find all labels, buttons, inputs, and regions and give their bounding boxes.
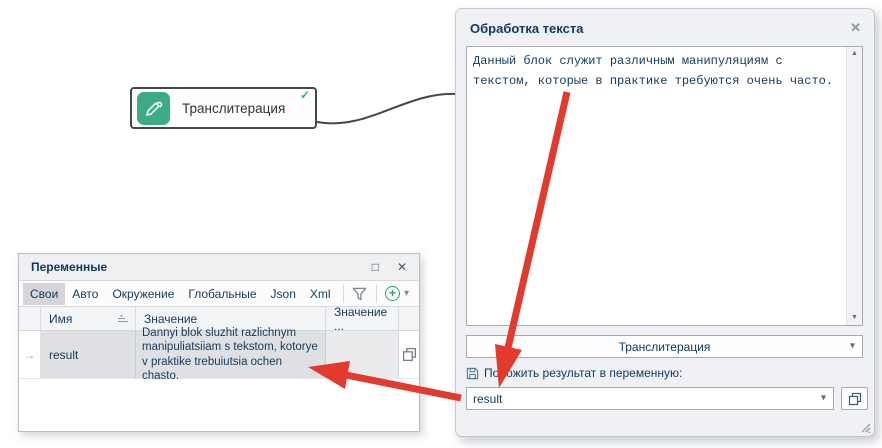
toolbar-separator: [343, 285, 344, 303]
header-name[interactable]: Имя: [41, 307, 136, 330]
tab-avto[interactable]: Авто: [65, 283, 105, 305]
cell-name[interactable]: result: [41, 331, 136, 378]
add-variable-button[interactable]: +: [382, 284, 404, 304]
variables-window: Переменные □ ✕ Свои Авто Окружение Глоба…: [18, 253, 420, 432]
variables-title: Переменные: [31, 260, 107, 274]
variable-combobox-value: result: [473, 392, 502, 406]
close-icon[interactable]: ✕: [850, 20, 861, 36]
filter-icon: [352, 287, 367, 301]
panel-title: Обработка текста: [470, 21, 583, 36]
more-options-button[interactable]: ▾: [404, 288, 409, 299]
copy-icon: [848, 392, 862, 406]
tab-xml[interactable]: Xml: [303, 283, 338, 305]
flow-canvas: Транслитерация ✓ Обработка текста ✕ Данн…: [0, 0, 882, 448]
operation-dropdown[interactable]: Транслитерация ▾: [466, 335, 863, 358]
cell-value-extra[interactable]: [326, 331, 399, 378]
node-label: Транслитерация: [182, 101, 285, 116]
pencil-icon: [137, 92, 170, 125]
table-row[interactable]: → result Dannyi blok sluzhit razlichnym …: [19, 331, 419, 379]
copy-button[interactable]: [841, 387, 868, 410]
header-value-extra[interactable]: Значение ...: [326, 307, 399, 330]
scroll-down-icon[interactable]: ▼: [851, 314, 858, 322]
scrollbar[interactable]: ▲ ▼: [846, 47, 862, 325]
sort-icon: [118, 314, 129, 323]
row-indicator: →: [19, 331, 41, 378]
toolbar-separator: [376, 285, 377, 303]
operation-dropdown-value: Транслитерация: [619, 340, 711, 354]
save-result-label: Положить результат в переменную:: [484, 366, 682, 380]
text-input[interactable]: Данный блок служит различным манипуляция…: [466, 46, 863, 326]
node-transliteration[interactable]: Транслитерация ✓: [130, 87, 317, 129]
variable-combobox[interactable]: result ▾: [466, 387, 834, 410]
header-gutter: [19, 307, 41, 330]
cell-value[interactable]: Dannyi blok sluzhit razlichnym manipulia…: [136, 331, 326, 378]
tab-svoi[interactable]: Свои: [23, 283, 65, 305]
header-actions: [399, 307, 419, 330]
copy-icon: [402, 347, 417, 362]
close-icon[interactable]: ✕: [397, 260, 407, 274]
tab-json[interactable]: Json: [264, 283, 303, 305]
save-icon: [466, 367, 479, 380]
text-input-value: Данный блок служит различным манипуляция…: [473, 51, 840, 321]
variables-titlebar: Переменные □ ✕: [19, 254, 419, 281]
copy-row-button[interactable]: [399, 331, 419, 378]
chevron-down-icon: ▾: [821, 393, 826, 403]
text-processing-panel: Обработка текста ✕ Данный блок служит ра…: [455, 8, 875, 437]
arrow-right-icon: →: [24, 348, 36, 362]
resize-grip[interactable]: [859, 421, 871, 433]
tab-okruzhenie[interactable]: Окружение: [105, 283, 181, 305]
save-result-row: Положить результат в переменную:: [466, 366, 682, 380]
tab-globalnye[interactable]: Глобальные: [181, 283, 263, 305]
scroll-up-icon[interactable]: ▲: [851, 50, 858, 58]
plus-circle-icon: +: [385, 286, 400, 301]
variables-tabbar: Свои Авто Окружение Глобальные Json Xml …: [19, 281, 419, 307]
filter-button[interactable]: [349, 284, 371, 304]
checkmark-icon: ✓: [300, 88, 310, 102]
chevron-down-icon: ▾: [850, 341, 855, 351]
maximize-icon[interactable]: □: [372, 260, 379, 274]
